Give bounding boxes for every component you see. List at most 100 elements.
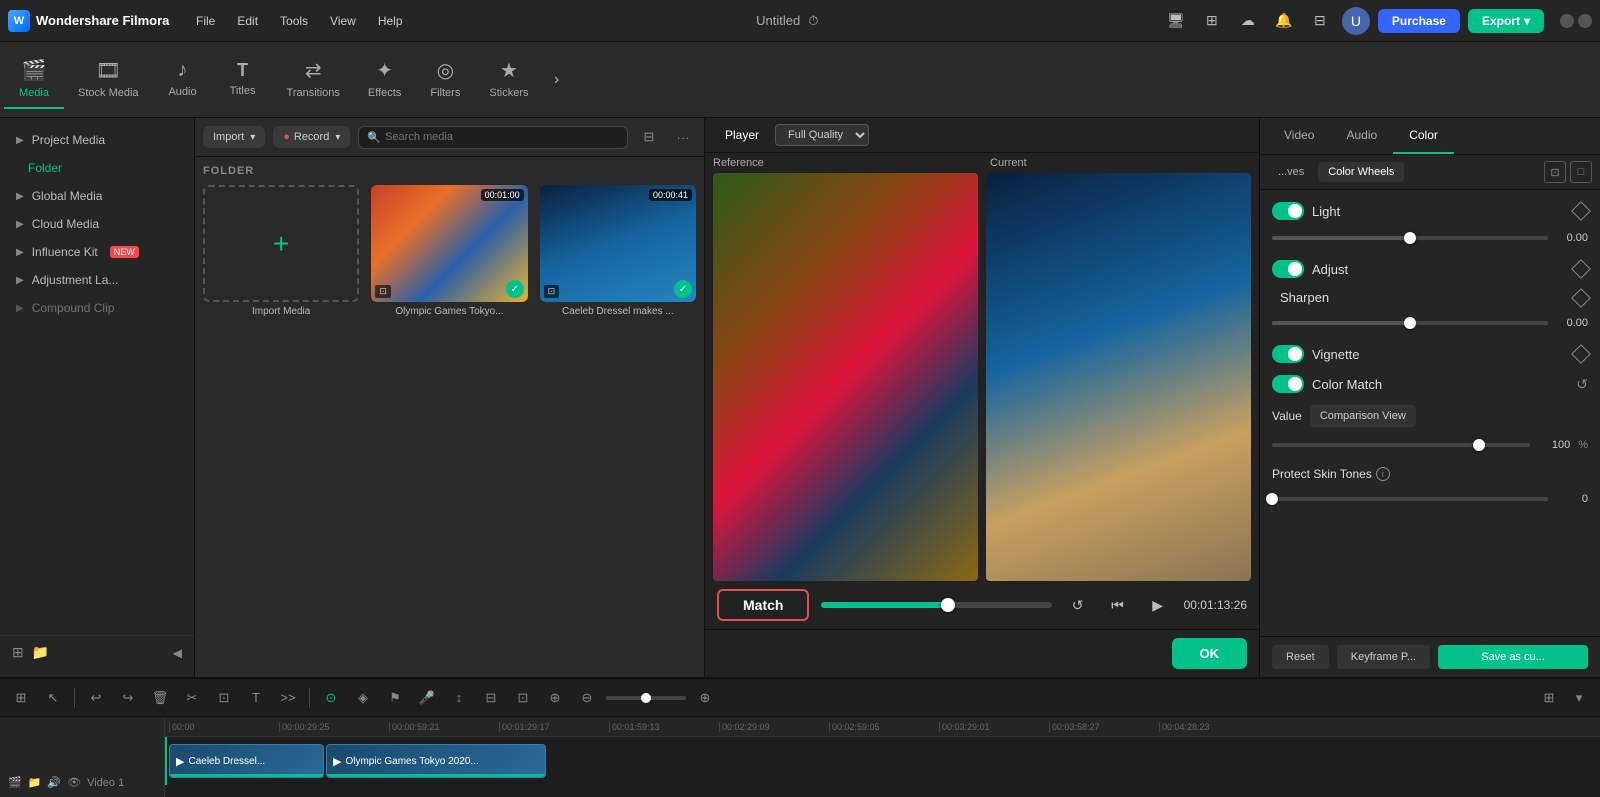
light-keyframe-icon[interactable] <box>1571 201 1591 221</box>
tl-magnet-icon[interactable]: ⊙ <box>318 685 344 711</box>
tl-delete-icon[interactable]: 🗑 <box>147 685 173 711</box>
tl-audio-icon[interactable]: ↕ <box>446 685 472 711</box>
quality-select[interactable]: Full Quality <box>775 124 869 146</box>
vignette-toggle[interactable] <box>1272 345 1304 363</box>
import-thumb[interactable]: + <box>203 185 359 302</box>
menu-tools[interactable]: Tools <box>270 10 318 32</box>
tl-crop-icon[interactable]: ⊡ <box>211 685 237 711</box>
comparison-view-button[interactable]: Comparison View <box>1310 405 1416 427</box>
tab-stickers[interactable]: ★ Stickers <box>475 50 542 109</box>
tl-clip-olympic[interactable]: ▶ Olympic Games Tokyo 2020... <box>326 744 546 778</box>
monitor-icon[interactable]: 🖥 <box>1162 7 1190 35</box>
tl-eye-icon[interactable]: 👁 <box>67 776 81 789</box>
rewind-button[interactable]: ↺ <box>1064 591 1092 619</box>
tab-color[interactable]: Color <box>1393 118 1454 154</box>
purchase-button[interactable]: Purchase <box>1378 9 1460 33</box>
sidebar-item-global-media[interactable]: ▶ Global Media <box>4 183 190 209</box>
sharpen-thumb[interactable] <box>1404 317 1416 329</box>
sharpen-slider[interactable] <box>1272 321 1548 325</box>
sidebar-item-adjustment[interactable]: ▶ Adjustment La... <box>4 267 190 293</box>
menu-file[interactable]: File <box>186 10 225 32</box>
search-input[interactable] <box>385 131 619 143</box>
more-tabs-button[interactable]: › <box>542 66 570 94</box>
layout-icon[interactable]: ⊟ <box>1306 7 1334 35</box>
upload-icon[interactable]: ☁ <box>1234 7 1262 35</box>
tl-group-icon[interactable]: ⊟ <box>478 685 504 711</box>
sidebar-item-compound[interactable]: ▶ Compound Clip <box>4 295 190 321</box>
protect-thumb[interactable] <box>1266 493 1278 505</box>
tab-effects[interactable]: ✦ Effects <box>354 50 415 109</box>
sub-tab-color-wheels[interactable]: Color Wheels <box>1318 162 1404 182</box>
save-button[interactable]: Save as cu... <box>1438 645 1588 669</box>
tab-filters[interactable]: ◎ Filters <box>415 50 475 109</box>
sub-tab-curves[interactable]: ...ves <box>1268 162 1314 182</box>
tab-audio[interactable]: ♪ Audio <box>153 51 213 108</box>
sidebar-item-influence-kit[interactable]: ▶ Influence Kit NEW <box>4 239 190 265</box>
menu-edit[interactable]: Edit <box>227 10 268 32</box>
light-slider[interactable] <box>1272 236 1548 240</box>
grid-icon[interactable]: ⊞ <box>1198 7 1226 35</box>
tab-media[interactable]: 🎬 Media <box>4 50 64 109</box>
tl-flag-icon[interactable]: ⚑ <box>382 685 408 711</box>
keyframe-button[interactable]: Keyframe P... <box>1337 645 1430 669</box>
single-view-icon[interactable]: □ <box>1570 161 1592 183</box>
import-button[interactable]: Import ▾ <box>203 126 265 148</box>
tl-speaker-icon[interactable]: 🔊 <box>47 776 61 789</box>
vignette-keyframe-icon[interactable] <box>1571 344 1591 364</box>
light-toggle[interactable] <box>1272 202 1304 220</box>
match-button[interactable]: Match <box>717 589 809 621</box>
value-slider[interactable] <box>1272 443 1530 447</box>
menu-help[interactable]: Help <box>368 10 413 32</box>
value-thumb[interactable] <box>1473 439 1485 451</box>
tl-zoom-in-icon[interactable]: ⊕ <box>692 685 718 711</box>
preview-slider[interactable] <box>821 602 1051 608</box>
player-tab[interactable]: Player <box>717 124 767 146</box>
tl-more-icon[interactable]: >> <box>275 685 301 711</box>
export-dropdown-arrow[interactable]: ▾ <box>1524 14 1530 28</box>
protect-slider[interactable] <box>1272 497 1548 501</box>
caeleb-card[interactable]: 00:00:41 ✓ ⊡ Caeleb Dressel makes ... <box>540 185 696 317</box>
export-button[interactable]: Export ▾ <box>1468 9 1544 33</box>
tl-text-icon[interactable]: T <box>243 685 269 711</box>
sidebar-item-cloud-media[interactable]: ▶ Cloud Media <box>4 211 190 237</box>
tl-screen-icon[interactable]: ⊡ <box>510 685 536 711</box>
step-back-button[interactable]: ⏮ <box>1104 591 1132 619</box>
sharpen-keyframe-icon[interactable] <box>1571 288 1591 308</box>
menu-view[interactable]: View <box>320 10 366 32</box>
minimize-button[interactable] <box>1560 14 1574 28</box>
new-folder-icon[interactable]: 📁 <box>32 644 49 661</box>
tl-clip-icon[interactable]: ⊕ <box>542 685 568 711</box>
slider-thumb[interactable] <box>941 598 955 612</box>
ok-button[interactable]: OK <box>1172 638 1248 669</box>
split-view-icon[interactable]: ⊡ <box>1544 161 1566 183</box>
tl-zoom-thumb[interactable] <box>641 693 651 703</box>
tl-add-track-icon[interactable]: ⊞ <box>8 685 34 711</box>
more-options-icon[interactable]: ··· <box>670 124 696 150</box>
tl-mic-icon[interactable]: 🎤 <box>414 685 440 711</box>
import-media-card[interactable]: + Import Media <box>203 185 359 317</box>
tab-stock-media[interactable]: 🎞 Stock Media <box>64 50 153 109</box>
tl-redo-icon[interactable]: ↪ <box>115 685 141 711</box>
tab-titles[interactable]: T Titles <box>213 52 273 107</box>
collapse-sidebar-button[interactable]: ◀ <box>173 646 182 660</box>
tl-cut-icon[interactable]: ✂ <box>179 685 205 711</box>
tab-transitions[interactable]: ⇄ Transitions <box>273 50 354 109</box>
tab-video[interactable]: Video <box>1268 118 1330 154</box>
tl-ripple-icon[interactable]: ◈ <box>350 685 376 711</box>
olympic-games-card[interactable]: 00:01:00 ✓ ⊡ Olympic Games Tokyo... <box>371 185 527 317</box>
tl-clip-caeleb[interactable]: ▶ Caeleb Dressel... <box>169 744 324 778</box>
tl-settings-icon[interactable]: ▾ <box>1566 685 1592 711</box>
sidebar-item-project-media[interactable]: ▶ Project Media <box>4 127 190 153</box>
play-button[interactable]: ▶ <box>1144 591 1172 619</box>
bell-icon[interactable]: 🔔 <box>1270 7 1298 35</box>
adjust-toggle[interactable] <box>1272 260 1304 278</box>
tl-zoom-track[interactable] <box>606 696 686 700</box>
adjust-keyframe-icon[interactable] <box>1571 259 1591 279</box>
maximize-button[interactable] <box>1578 14 1592 28</box>
user-avatar[interactable]: U <box>1342 7 1370 35</box>
tl-layout-icon[interactable]: ⊞ <box>1536 685 1562 711</box>
light-thumb[interactable] <box>1404 232 1416 244</box>
color-match-toggle[interactable] <box>1272 375 1304 393</box>
record-button[interactable]: ● Record ▾ <box>273 126 350 148</box>
sidebar-item-folder[interactable]: Folder <box>4 155 190 181</box>
